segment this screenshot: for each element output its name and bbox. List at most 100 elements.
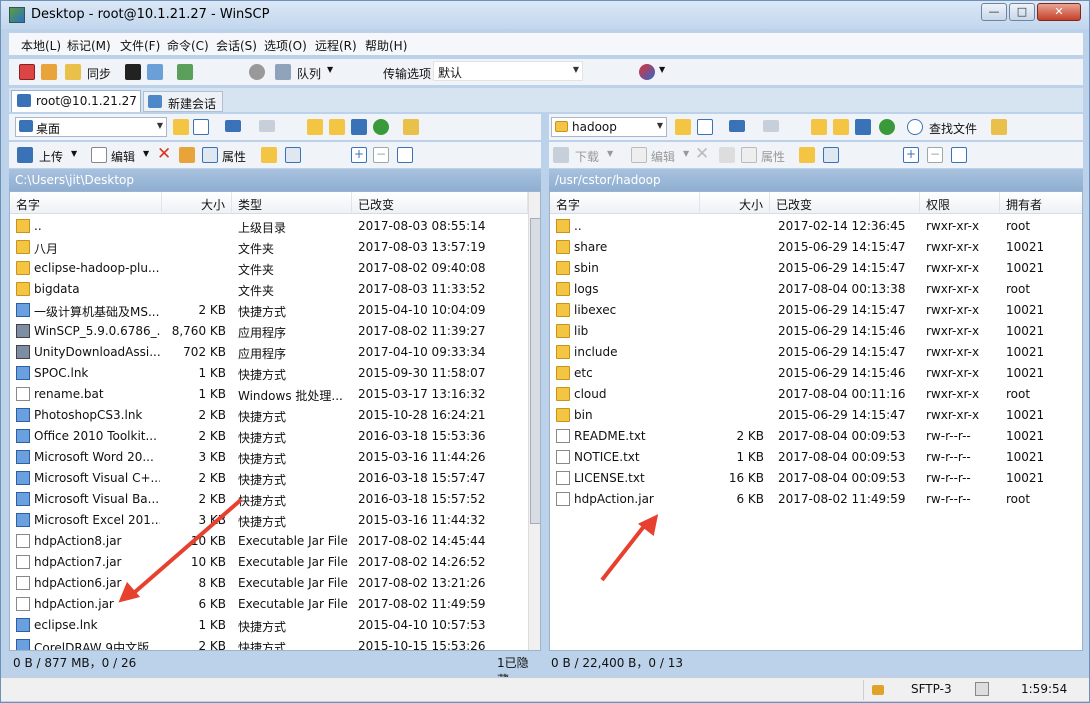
table-row[interactable]: logs 2017-08-04 00:13:38 rwxr-xr-x root	[550, 279, 1082, 300]
table-row[interactable]: .. 2017-02-14 12:36:45 rwxr-xr-x root	[550, 216, 1082, 237]
upload-icon[interactable]	[17, 147, 33, 163]
edit-button[interactable]: 编辑	[111, 148, 135, 165]
table-row[interactable]: libexec 2015-06-29 14:15:47 rwxr-xr-x 10021	[550, 300, 1082, 321]
right-location-select[interactable]: hadoop ▼	[551, 117, 667, 137]
table-row[interactable]: hdpAction.jar 6 KB 2017-08-02 11:49:59 rw-r…	[550, 489, 1082, 510]
select-plus-icon[interactable]: +	[351, 147, 367, 163]
edit-icon[interactable]	[631, 147, 647, 163]
new-folder-icon[interactable]	[799, 147, 815, 163]
table-row[interactable]: etc 2015-06-29 14:15:46 rwxr-xr-x 10021	[550, 363, 1082, 384]
open-folder-icon[interactable]	[675, 119, 691, 135]
table-row[interactable]: lib 2015-06-29 14:15:46 rwxr-xr-x 10021	[550, 321, 1082, 342]
putty-icon[interactable]	[147, 64, 163, 80]
table-row[interactable]: UnityDownloadAssi... 702 KB 应用程序 2017-04-10…	[10, 342, 528, 363]
new-file-icon[interactable]	[285, 147, 301, 163]
new-folder-icon[interactable]	[261, 147, 277, 163]
reconnect-icon[interactable]	[639, 64, 655, 80]
left-location-select[interactable]: 桌面 ▼	[15, 117, 167, 137]
col-name[interactable]: 名字	[550, 192, 700, 214]
table-row[interactable]: 八月 文件夹 2017-08-03 13:57:19	[10, 237, 528, 258]
sync-icon[interactable]	[65, 64, 81, 80]
refresh-icon[interactable]	[879, 119, 895, 135]
filter-select-icon[interactable]	[951, 147, 967, 163]
maximize-button[interactable]: □	[1009, 3, 1035, 21]
table-row[interactable]: hdpAction.jar 6 KB Executable Jar File 2017…	[10, 594, 528, 615]
chevron-down-icon[interactable]: ▼	[659, 65, 665, 74]
properties-icon[interactable]	[741, 147, 757, 163]
table-row[interactable]: Microsoft Excel 201... 3 KB 快捷方式 2015-03-16…	[10, 510, 528, 531]
rename-icon[interactable]	[179, 147, 195, 163]
parent-dir-icon[interactable]	[811, 119, 827, 135]
col-size[interactable]: 大小	[700, 192, 770, 214]
table-row[interactable]: PhotoshopCS3.lnk 2 KB 快捷方式 2015-10-28 16:24…	[10, 405, 528, 426]
chevron-down-icon[interactable]: ▼	[143, 149, 149, 158]
filter-icon[interactable]	[697, 119, 713, 135]
chevron-down-icon[interactable]: ▼	[607, 149, 613, 158]
select-minus-icon[interactable]: −	[927, 147, 943, 163]
queue-label[interactable]: 队列	[297, 65, 321, 82]
table-row[interactable]: LICENSE.txt 16 KB 2017-08-04 00:09:53 rw-r-…	[550, 468, 1082, 489]
open-folder-icon[interactable]	[173, 119, 189, 135]
table-row[interactable]: hdpAction7.jar 10 KB Executable Jar File 20…	[10, 552, 528, 573]
close-button[interactable]: ✕	[1037, 3, 1081, 21]
delete-icon[interactable]: ✕	[157, 144, 171, 164]
delete-icon[interactable]: ✕	[695, 144, 709, 164]
col-size[interactable]: 大小	[162, 192, 232, 214]
transfer-select[interactable]: 默认 ▼	[433, 61, 583, 81]
menu-local[interactable]: 本地(L)	[21, 37, 61, 54]
col-changed[interactable]: 已改变	[770, 192, 920, 214]
menu-help[interactable]: 帮助(H)	[365, 37, 407, 54]
table-row[interactable]: NOTICE.txt 1 KB 2017-08-04 00:09:53 rw-r--r…	[550, 447, 1082, 468]
select-minus-icon[interactable]: −	[373, 147, 389, 163]
col-rights[interactable]: 权限	[920, 192, 1000, 214]
left-file-list[interactable]: 名字 大小 类型 已改变 .. 上级目录 2017-08-03 08:55:14 八月…	[9, 191, 541, 651]
new-file-icon[interactable]	[823, 147, 839, 163]
menu-file[interactable]: 文件(F)	[120, 37, 160, 54]
table-row[interactable]: share 2015-06-29 14:15:47 rwxr-xr-x 10021	[550, 237, 1082, 258]
back-arrow-icon[interactable]	[729, 120, 745, 132]
properties-button[interactable]: 属性	[222, 148, 246, 165]
col-type[interactable]: 类型	[232, 192, 352, 214]
queue-icon[interactable]	[275, 64, 291, 80]
table-row[interactable]: WinSCP_5.9.0.6786_... 8,760 KB 应用程序 2017-08…	[10, 321, 528, 342]
tab-new-session[interactable]: 新建会话	[143, 91, 223, 112]
filter-select-icon[interactable]	[397, 147, 413, 163]
menu-remote[interactable]: 远程(R)	[315, 37, 357, 54]
table-row[interactable]: Microsoft Word 20... 3 KB 快捷方式 2015-03-16 1…	[10, 447, 528, 468]
col-owner[interactable]: 拥有者	[1000, 192, 1082, 214]
properties-button[interactable]: 属性	[761, 148, 785, 165]
upload-button[interactable]: 上传	[39, 148, 63, 165]
chevron-down-icon[interactable]: ▼	[71, 149, 77, 158]
tree-icon[interactable]	[403, 119, 419, 135]
filter-icon[interactable]	[193, 119, 209, 135]
home-icon[interactable]	[855, 119, 871, 135]
home-icon[interactable]	[351, 119, 367, 135]
parent-dir-icon[interactable]	[307, 119, 323, 135]
table-row[interactable]: README.txt 2 KB 2017-08-04 00:09:53 rw-r--r…	[550, 426, 1082, 447]
download-button[interactable]: 下载	[575, 148, 599, 165]
tab-session[interactable]: root@10.1.21.27	[11, 90, 141, 112]
download-icon[interactable]	[553, 147, 569, 163]
col-changed[interactable]: 已改变	[352, 192, 528, 214]
root-dir-icon[interactable]	[329, 119, 345, 135]
right-file-list[interactable]: 名字 大小 已改变 权限 拥有者 .. 2017-02-14 12:36:45 rw…	[549, 191, 1083, 651]
menu-session[interactable]: 会话(S)	[216, 37, 257, 54]
sync-browse-icon[interactable]	[41, 64, 57, 80]
rename-icon[interactable]	[719, 147, 735, 163]
chevron-down-icon[interactable]: ▼	[683, 149, 689, 158]
table-row[interactable]: hdpAction6.jar 8 KB Executable Jar File 201…	[10, 573, 528, 594]
left-scrollbar[interactable]	[528, 192, 540, 650]
table-row[interactable]: eclipse-hadoop-plu... 文件夹 2017-08-02 09:40…	[10, 258, 528, 279]
table-row[interactable]: bin 2015-06-29 14:15:47 rwxr-xr-x 10021	[550, 405, 1082, 426]
table-row[interactable]: Microsoft Visual Ba... 2 KB 快捷方式 2016-03-18…	[10, 489, 528, 510]
sync-label[interactable]: 同步	[87, 65, 111, 82]
console-icon[interactable]	[125, 64, 141, 80]
table-row[interactable]: rename.bat 1 KB Windows 批处理... 2015-03-17 1…	[10, 384, 528, 405]
queue-list-icon[interactable]	[177, 64, 193, 80]
menu-mark[interactable]: 标记(M)	[67, 37, 111, 54]
forward-arrow-icon[interactable]	[763, 120, 779, 132]
col-name[interactable]: 名字	[10, 192, 162, 214]
properties-icon[interactable]	[202, 147, 218, 163]
root-dir-icon[interactable]	[833, 119, 849, 135]
table-row[interactable]: include 2015-06-29 14:15:47 rwxr-xr-x 10021	[550, 342, 1082, 363]
